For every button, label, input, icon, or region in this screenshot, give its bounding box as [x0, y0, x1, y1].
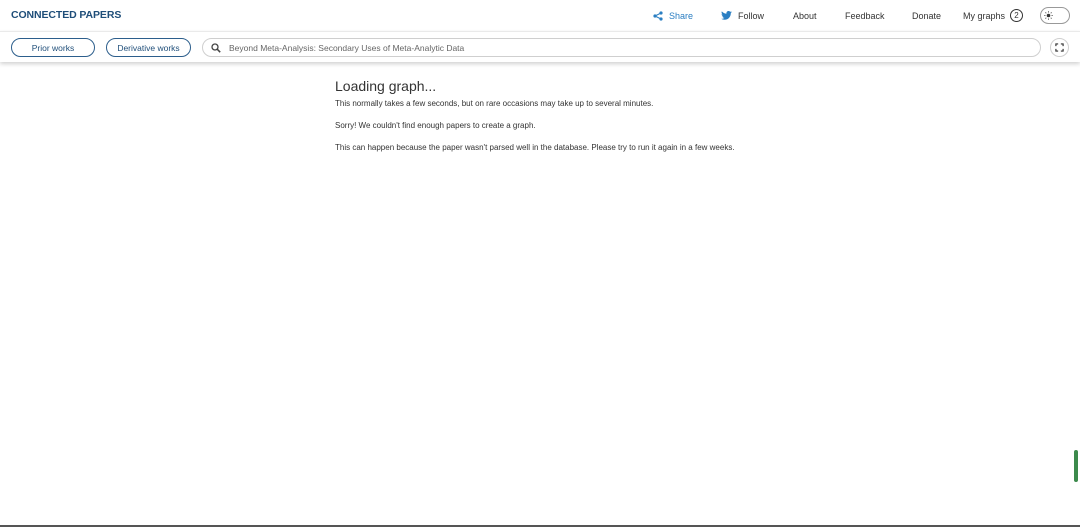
follow-label: Follow [738, 10, 765, 21]
search-icon [211, 42, 221, 53]
loading-heading: Loading graph... [335, 78, 437, 94]
graph-toolbar: Prior works Derivative works [0, 31, 1080, 62]
feedback-link[interactable]: Feedback [845, 0, 885, 31]
sun-icon [1043, 10, 1054, 21]
twitter-icon [721, 11, 732, 20]
prior-works-button[interactable]: Prior works [11, 38, 95, 57]
top-navigation-bar: CONNECTED PAPERS Share Follow About Feed… [0, 0, 1080, 31]
fullscreen-icon [1055, 43, 1064, 52]
donate-link[interactable]: Donate [912, 0, 941, 31]
share-label: Share [669, 10, 694, 21]
my-graphs-count-badge: 2 [1010, 9, 1024, 22]
site-logo[interactable]: CONNECTED PAPERS [11, 9, 121, 21]
share-icon [653, 10, 663, 21]
follow-button[interactable]: Follow [721, 0, 764, 31]
error-text: Sorry! We couldn't find enough papers to… [335, 121, 536, 130]
derivative-works-button[interactable]: Derivative works [106, 38, 191, 57]
my-graphs-label: My graphs [963, 10, 1006, 21]
share-button[interactable]: Share [653, 0, 693, 31]
graph-loading-message: Loading graph... This normally takes a f… [335, 78, 745, 164]
scroll-indicator[interactable] [1074, 450, 1078, 482]
loading-info-text: This normally takes a few seconds, but o… [335, 99, 654, 108]
error-explanation-text: This can happen because the paper wasn't… [335, 143, 735, 152]
my-graphs-button[interactable]: My graphs 2 [963, 0, 1024, 31]
theme-toggle[interactable] [1040, 7, 1070, 24]
about-link[interactable]: About [793, 0, 817, 31]
search-input[interactable] [229, 42, 1009, 53]
paper-search-bar[interactable] [202, 38, 1041, 57]
fullscreen-button[interactable] [1050, 38, 1069, 57]
